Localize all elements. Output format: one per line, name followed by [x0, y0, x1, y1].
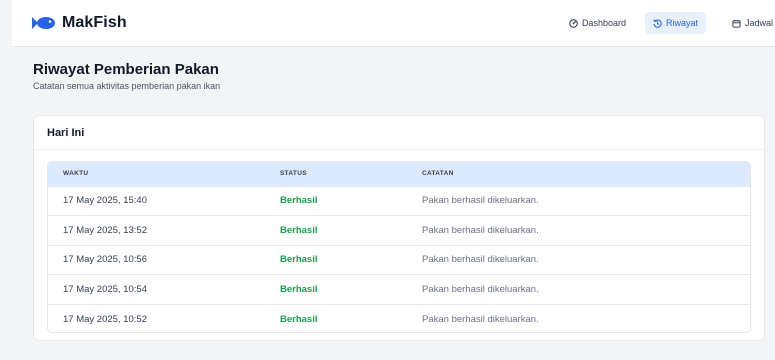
- column-header-catatan: CATATAN: [422, 170, 454, 178]
- table-row: 17 May 2025, 10:54 Berhasil Pakan berhas…: [48, 274, 750, 304]
- history-table-container: WAKTU STATUS CATATAN 17 May 2025, 15:40 …: [47, 161, 751, 333]
- cell-note: Pakan berhasil dikeluarkan.: [422, 274, 750, 304]
- cell-time: 17 May 2025, 10:56: [48, 244, 280, 275]
- page-title: Riwayat Pemberian Pakan: [33, 61, 219, 78]
- section-title: Hari Ini: [34, 116, 764, 150]
- cell-status: Berhasil: [280, 303, 422, 332]
- brand[interactable]: MakFish: [32, 14, 127, 32]
- table-row: 17 May 2025, 15:40 Berhasil Pakan berhas…: [48, 185, 750, 216]
- top-navbar: MakFish Dashboard Riwayat Jadwal: [12, 0, 775, 47]
- cell-note: Pakan berhasil dikeluarkan.: [422, 303, 750, 332]
- history-table: WAKTU STATUS CATATAN 17 May 2025, 15:40 …: [48, 162, 750, 332]
- cell-note: Pakan berhasil dikeluarkan.: [422, 185, 750, 216]
- history-icon: [653, 18, 662, 28]
- table-header-row: WAKTU STATUS CATATAN: [48, 162, 750, 186]
- nav-jadwal[interactable]: Jadwal: [724, 12, 775, 34]
- table-row: 17 May 2025, 10:52 Berhasil Pakan berhas…: [48, 303, 750, 332]
- cell-time: 17 May 2025, 10:52: [48, 303, 280, 332]
- nav-jadwal-label: Jadwal: [744, 18, 773, 28]
- column-header-waktu: WAKTU: [63, 170, 89, 178]
- cell-time: 17 May 2025, 15:40: [48, 185, 280, 216]
- dashboard-icon: [569, 18, 578, 28]
- cell-time: 17 May 2025, 13:52: [48, 215, 280, 245]
- table-row: 17 May 2025, 13:52 Berhasil Pakan berhas…: [48, 215, 750, 245]
- nav-dashboard-label: Dashboard: [581, 18, 626, 28]
- cell-status: Berhasil: [280, 244, 422, 275]
- cell-status: Berhasil: [280, 215, 422, 245]
- cell-time: 17 May 2025, 10:54: [48, 274, 280, 304]
- fish-logo-icon: [32, 16, 56, 30]
- table-row: 17 May 2025, 10:56 Berhasil Pakan berhas…: [48, 244, 750, 275]
- cell-status: Berhasil: [280, 274, 422, 304]
- nav-riwayat-label: Riwayat: [665, 18, 698, 28]
- main-nav: Dashboard Riwayat Jadwal: [561, 0, 775, 46]
- cell-status: Berhasil: [280, 185, 422, 216]
- nav-riwayat[interactable]: Riwayat: [644, 12, 706, 34]
- page-subtitle: Catatan semua aktivitas pemberian pakan …: [33, 81, 221, 91]
- history-card: Hari Ini WAKTU STATUS CATATAN 17 May 202…: [33, 115, 765, 341]
- nav-dashboard[interactable]: Dashboard: [561, 12, 634, 34]
- cell-note: Pakan berhasil dikeluarkan.: [422, 215, 750, 245]
- calendar-icon: [732, 19, 741, 28]
- cell-note: Pakan berhasil dikeluarkan.: [422, 244, 750, 275]
- column-header-status: STATUS: [280, 170, 307, 178]
- brand-name: MakFish: [62, 14, 127, 31]
